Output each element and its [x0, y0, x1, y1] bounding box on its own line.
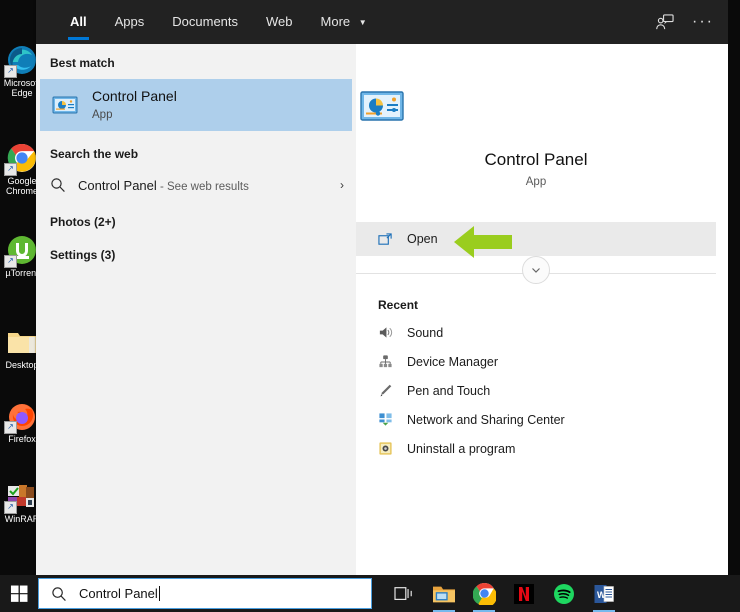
expand-actions-button[interactable] — [522, 256, 550, 284]
spotify-icon[interactable] — [544, 575, 584, 612]
tab-label: More — [320, 14, 351, 29]
web-result-query: Control Panel — [78, 177, 157, 193]
recent-item-network-and-sharing-center[interactable]: Network and Sharing Center — [356, 405, 716, 434]
tab-label: All — [70, 14, 87, 29]
taskbar: Control Panel W — [0, 575, 740, 612]
recent-item-sound[interactable]: Sound — [356, 318, 716, 347]
tab-label: Documents — [172, 14, 239, 29]
chevron-down-icon: ▼ — [358, 17, 367, 27]
tab-more[interactable]: More ▼ — [307, 0, 381, 44]
search-tabs: All Apps Documents Web More ▼ — [56, 0, 381, 44]
control-panel-icon — [356, 80, 716, 132]
recent-item-label: Device Manager — [407, 354, 499, 369]
chevron-down-icon — [530, 264, 542, 276]
best-match-text: Control Panel App — [92, 88, 177, 122]
best-match-result-control-panel[interactable]: Control Panel App — [40, 79, 352, 131]
microsoft-edge-icon: ↗ — [4, 44, 38, 78]
taskbar-search-box[interactable]: Control Panel — [38, 578, 372, 609]
tab-label: Web — [266, 14, 293, 29]
search-flyout-panel: All Apps Documents Web More ▼ ··· Best m… — [36, 0, 728, 575]
recent-item-label: Network and Sharing Center — [407, 412, 565, 427]
recent-item-label: Pen and Touch — [407, 383, 491, 398]
open-action-label: Open — [407, 232, 438, 246]
search-header: All Apps Documents Web More ▼ ··· — [36, 0, 728, 44]
preview-subtitle: App — [525, 176, 547, 188]
firefox-icon: ↗ — [4, 400, 38, 434]
network-icon — [378, 412, 393, 427]
search-input[interactable]: Control Panel — [79, 586, 158, 601]
shortcut-arrow-icon: ↗ — [4, 421, 17, 434]
task-view-icon[interactable] — [384, 575, 424, 612]
category-settings[interactable]: Settings (3) — [36, 235, 356, 268]
folder-icon — [6, 326, 38, 358]
open-in-new-window-icon — [378, 232, 393, 247]
preview-content: Control Panel App Open Recent Sound Devi… — [356, 44, 716, 575]
control-panel-icon — [50, 90, 80, 120]
utorrent-icon: ↗ — [4, 234, 38, 268]
recent-item-device-manager[interactable]: Device Manager — [356, 347, 716, 376]
netflix-icon[interactable] — [504, 575, 544, 612]
search-the-web-header: Search the web — [50, 147, 139, 161]
chevron-right-icon[interactable]: › — [340, 178, 344, 192]
preview-hero: Control Panel App — [356, 44, 716, 188]
best-match-header: Best match — [50, 56, 115, 70]
shortcut-arrow-icon: ↗ — [4, 255, 17, 268]
recent-item-uninstall-a-program[interactable]: Uninstall a program — [356, 434, 716, 463]
header-actions: ··· — [655, 0, 714, 44]
preview-pane: Control Panel App Open Recent Sound Devi… — [356, 44, 728, 575]
recent-item-label: Sound — [407, 325, 444, 340]
text-cursor — [158, 586, 160, 601]
windows-start-icon[interactable] — [0, 575, 38, 612]
web-result-row[interactable]: Control Panel - See web results › — [36, 168, 356, 202]
shortcut-arrow-icon: ↗ — [4, 501, 17, 514]
web-result-suffix: - See web results — [156, 180, 249, 193]
tab-apps[interactable]: Apps — [101, 0, 159, 44]
best-match-subtitle: App — [92, 108, 113, 121]
best-match-title: Control Panel — [92, 88, 177, 105]
google-chrome-icon[interactable] — [464, 575, 504, 612]
web-result-text: Control Panel - See web results — [78, 178, 340, 193]
pen-icon — [378, 383, 393, 398]
recent-header: Recent — [378, 298, 419, 312]
tab-all[interactable]: All — [56, 0, 101, 44]
category-photos[interactable]: Photos (2+) — [36, 202, 356, 235]
file-explorer-icon[interactable] — [424, 575, 464, 612]
winrar-icon: ↗ — [4, 480, 38, 514]
shortcut-arrow-icon: ↗ — [4, 65, 17, 78]
tab-label: Apps — [114, 14, 145, 29]
ellipsis-icon[interactable]: ··· — [692, 13, 714, 31]
google-chrome-icon: ↗ — [4, 142, 38, 176]
search-icon — [51, 586, 67, 602]
results-list: Best match Control Panel App Search the … — [36, 44, 356, 575]
expander-divider — [356, 256, 716, 290]
uninstall-icon — [378, 441, 393, 456]
shortcut-arrow-icon: ↗ — [4, 163, 17, 176]
preview-scrollbar[interactable] — [716, 44, 728, 575]
tab-web[interactable]: Web — [252, 0, 307, 44]
speaker-icon — [378, 325, 393, 340]
screen: ↗ Microsoft Edge ↗ Google Chrome ↗ µTorr… — [0, 0, 740, 612]
open-action-row[interactable]: Open — [356, 222, 716, 256]
feedback-person-icon[interactable] — [655, 13, 674, 32]
recent-item-label: Uninstall a program — [407, 441, 516, 456]
preview-title: Control Panel — [484, 150, 588, 169]
microsoft-word-icon[interactable]: W — [584, 575, 624, 612]
recent-item-pen-and-touch[interactable]: Pen and Touch — [356, 376, 716, 405]
tab-documents[interactable]: Documents — [158, 0, 252, 44]
search-icon — [50, 177, 66, 193]
desktop-right-edge — [728, 0, 740, 575]
device-manager-icon — [378, 354, 393, 369]
